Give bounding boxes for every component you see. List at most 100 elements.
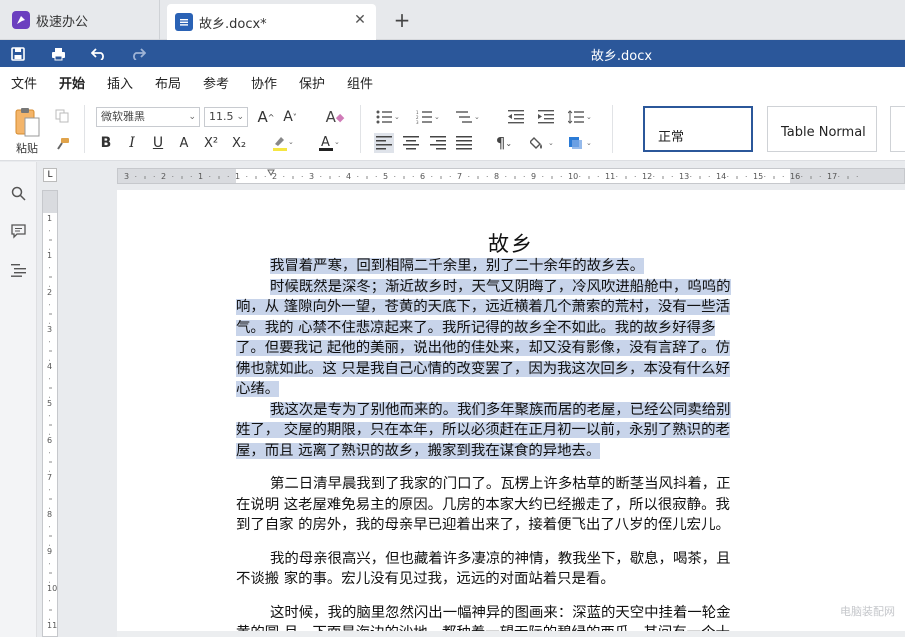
search-icon[interactable]	[9, 184, 27, 202]
ruler-tick-label: 7	[457, 172, 462, 181]
svg-text:⌄: ⌄	[474, 113, 480, 121]
ruler-tick-label: 3	[309, 172, 314, 181]
ruler-tick-mark	[856, 176, 858, 177]
line-text: 到了自家 的房外，我的母亲早已迎着出来了，接着便飞出了八岁的侄儿宏儿。	[236, 517, 730, 533]
ruler-tick-label: 2	[272, 172, 277, 181]
paragraph-mark-icon[interactable]: ¶ ⌄	[490, 133, 518, 153]
ruler-tick-mark	[690, 176, 692, 177]
clear-format-icon[interactable]: A ◆	[324, 107, 346, 127]
format-painter-icon[interactable]	[53, 135, 71, 153]
shading-icon[interactable]: ⌄	[528, 133, 558, 153]
ruler-tick-mark	[773, 176, 775, 179]
document-line: 在说明 这老屋难免易主的原因。几房的本家大约已经搬走了，所以很寂静。我	[236, 495, 784, 516]
ruler-tick-mark	[49, 396, 50, 398]
ruler-tick-label: 8	[47, 510, 52, 519]
bullet-list-icon[interactable]: ⌄	[374, 107, 402, 127]
ruler-tick-label: 1	[235, 172, 240, 181]
align-center-icon[interactable]	[401, 133, 421, 153]
align-right-icon[interactable]	[428, 133, 448, 153]
ruler-tick-label: 4	[47, 362, 52, 371]
document-page[interactable]: 故乡 我冒着严寒，回到相隔二千余里，别了二十余年的故乡去。 时候既然是深冬；渐近故…	[117, 190, 905, 637]
style-next[interactable]	[890, 106, 905, 152]
ruler-tick-mark	[449, 176, 451, 177]
separator	[360, 105, 361, 153]
menu-protect[interactable]: 保护	[299, 73, 325, 92]
paste-button[interactable]	[12, 105, 42, 139]
font-color-button[interactable]: A ⌄	[316, 133, 342, 153]
ruler-tick-mark	[357, 176, 359, 177]
underline-button[interactable]: U	[148, 133, 168, 153]
justify-icon[interactable]	[454, 133, 474, 153]
ruler-tick-label: 3	[47, 325, 52, 334]
line-text: 时候既然是深冬；渐近故乡时，天气又阴晦了，冷风吹进船舱中，呜呜的	[270, 278, 731, 295]
ruler-tick-mark	[801, 176, 803, 177]
ruler-tick-mark	[49, 581, 50, 583]
ruler-tick-mark	[671, 176, 673, 177]
horizontal-ruler[interactable]: 3 2 1 1 2 3 4 5 6 7 8 9 10 11 12 13 14 15 16 17	[117, 168, 905, 184]
ruler-tick-mark	[49, 415, 50, 417]
grow-font-button[interactable]: A ^	[256, 107, 276, 127]
menu-plugins[interactable]: 组件	[347, 73, 373, 92]
horizontal-scrollbar[interactable]	[117, 631, 905, 637]
increase-indent-icon[interactable]	[536, 107, 556, 127]
tab-stop-selector[interactable]: L	[43, 168, 57, 182]
ruler-tick-mark	[736, 176, 738, 179]
ruler-tick-label: 9	[47, 547, 52, 556]
menu-file[interactable]: 文件	[11, 73, 37, 92]
decrease-indent-icon[interactable]	[506, 107, 526, 127]
ruler-tick-mark	[440, 176, 442, 179]
ruler-tick-mark	[49, 304, 50, 306]
menu-layout[interactable]: 布局	[155, 73, 181, 92]
italic-button[interactable]: I	[122, 133, 142, 153]
menu-home[interactable]: 开始	[59, 73, 86, 98]
menu-collaborate[interactable]: 协作	[251, 73, 277, 92]
vertical-ruler[interactable]: 1 1 2 3 4 5 6 7 8 9 10 11	[42, 190, 58, 637]
menu-insert[interactable]: 插入	[107, 73, 133, 92]
borders-icon[interactable]: ⌄	[566, 133, 596, 153]
subscript-button[interactable]: X₂	[228, 133, 250, 153]
ruler-tick-mark	[49, 285, 50, 287]
ruler-tick-mark	[468, 176, 470, 177]
ruler-tick-label: 2	[47, 288, 52, 297]
ruler-tick-mark	[616, 176, 618, 177]
line-spacing-icon[interactable]: ⌄	[566, 107, 594, 127]
font-name-select[interactable]: 微软雅黑 ⌄	[96, 107, 200, 127]
ruler-tick-mark	[551, 176, 553, 179]
ruler-tick-mark	[542, 176, 544, 177]
ruler-tick-label: 3	[124, 172, 129, 181]
close-tab-icon[interactable]: ✕	[352, 12, 368, 28]
navigation-icon[interactable]	[9, 261, 27, 279]
bold-button[interactable]: B	[96, 133, 116, 153]
add-tab-icon[interactable]: +	[392, 10, 412, 30]
multilevel-list-icon[interactable]: ⌄	[454, 107, 482, 127]
ruler-tick-mark	[403, 176, 405, 179]
menu-references[interactable]: 参考	[203, 73, 229, 92]
strikethrough-button[interactable]: A	[174, 133, 194, 153]
superscript-button[interactable]: X²	[200, 133, 222, 153]
ruler-tick-mark	[745, 176, 747, 177]
ruler-tick-mark	[477, 176, 479, 179]
comment-icon[interactable]	[9, 222, 27, 240]
ruler-tick-label: 4	[346, 172, 351, 181]
ruler-tick-mark	[329, 176, 331, 179]
line-text: 心绪。	[236, 381, 280, 397]
numbered-list-icon[interactable]: 1 2 3 ⌄	[414, 107, 442, 127]
ruler-tick-label: 11	[605, 172, 615, 181]
align-left-icon[interactable]	[374, 133, 394, 153]
ruler-tick-mark	[292, 176, 294, 179]
document-title: 故乡.docx	[590, 49, 653, 64]
ruler-tick-label: 7	[47, 473, 52, 482]
style-normal[interactable]: 正常	[643, 106, 753, 152]
document-body[interactable]: 我冒着严寒，回到相隔二千余里，别了二十余年的故乡去。 时候既然是深冬；渐近故乡时，…	[236, 256, 784, 637]
document-line: 气。我的 心禁不住悲凉起来了。我所记得的故乡全不如此。我的故乡好得多	[236, 318, 784, 339]
font-size-select[interactable]: 11.5 ⌄	[204, 107, 248, 127]
highlight-color-button[interactable]: ⌄	[270, 133, 296, 153]
copy-icon[interactable]	[53, 107, 71, 125]
shrink-font-button[interactable]: A ˅	[280, 107, 300, 127]
style-table-normal[interactable]: Table Normal	[767, 106, 877, 152]
ruler-tick-label: 1	[47, 214, 52, 223]
ruler-tick-mark	[49, 378, 50, 380]
tab-document[interactable]: 故乡.docx* ✕	[167, 4, 376, 40]
tab-home[interactable]: 极速办公	[0, 0, 160, 40]
